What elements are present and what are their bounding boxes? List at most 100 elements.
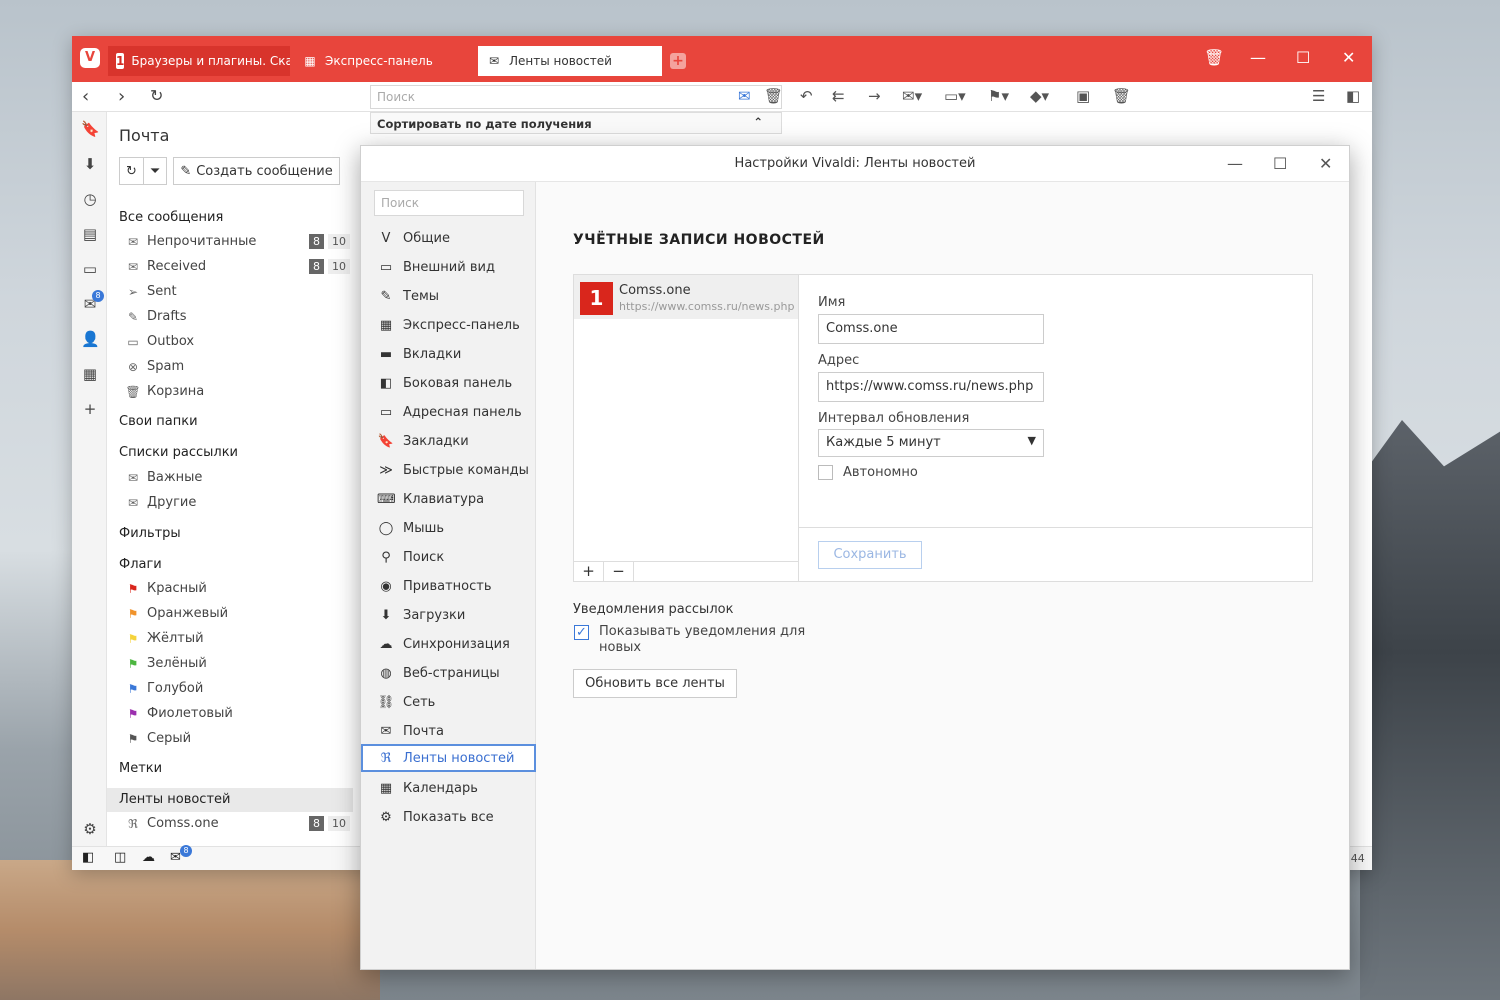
filter-button[interactable]: ⏷: [142, 157, 168, 185]
nav-quick-commands[interactable]: ≫ Быстрые команды: [361, 456, 536, 484]
delete-icon[interactable]: 🗑: [764, 87, 783, 105]
mark-read-icon[interactable]: ✉: [738, 87, 751, 105]
nav-network[interactable]: ⛓ Сеть: [361, 688, 536, 716]
tab-browsers[interactable]: 1 Браузеры и плагины. Скач: [108, 46, 290, 76]
nav-search[interactable]: ⚲ Поиск: [361, 543, 536, 571]
nav-side-panel[interactable]: ◧ Боковая панель: [361, 369, 536, 397]
nav-speed-dial[interactable]: ▦ Экспресс-панель: [361, 311, 536, 339]
sort-header[interactable]: Сортировать по дате получения ⌃: [370, 112, 782, 134]
tag-icon[interactable]: ◆▾: [1030, 87, 1049, 105]
nav-show-all[interactable]: ⚙ Показать все: [361, 803, 536, 831]
interval-select[interactable]: Каждые 5 минут ▼: [818, 429, 1044, 457]
flag-icon[interactable]: ⚑▾: [988, 87, 1009, 105]
own-folders-heading[interactable]: Свои папки: [119, 414, 198, 429]
close-icon[interactable]: ✕: [1319, 146, 1332, 182]
trash-icon[interactable]: 🗑: [1204, 48, 1224, 67]
panel-toggle-icon[interactable]: ◧: [82, 850, 94, 865]
folder-outbox[interactable]: ▭ Outbox: [125, 334, 194, 349]
flag-green[interactable]: ⚑ Зелёный: [125, 656, 207, 671]
vivaldi-menu-icon[interactable]: V: [80, 48, 100, 68]
list-other[interactable]: ✉ Другие: [125, 495, 196, 510]
refresh-mail-button[interactable]: ↻: [119, 157, 144, 185]
remove-account-button[interactable]: −: [604, 562, 634, 582]
feed-comss[interactable]: ℜ Comss.one: [125, 816, 218, 831]
mailing-lists-heading[interactable]: Списки рассылки: [119, 445, 238, 460]
nav-downloads[interactable]: ⬇ Загрузки: [361, 601, 536, 629]
view-options-icon[interactable]: ☰: [1312, 87, 1325, 105]
panel-toggle-icon[interactable]: ◧: [1346, 87, 1360, 105]
contacts-icon[interactable]: 👤: [81, 330, 100, 348]
reply-icon[interactable]: ↶: [800, 87, 813, 105]
bookmark-icon[interactable]: 🔖: [81, 120, 100, 138]
account-row[interactable]: 1 Comss.one https://www.comss.ru/news.ph…: [574, 275, 798, 319]
nav-mouse[interactable]: ◯ Мышь: [361, 514, 536, 542]
nav-privacy[interactable]: ◉ Приватность: [361, 572, 536, 600]
archive-icon[interactable]: ▣: [1076, 87, 1090, 105]
flag-gray[interactable]: ⚑ Серый: [125, 731, 191, 746]
filters-heading[interactable]: Фильтры: [119, 526, 181, 541]
tiling-icon[interactable]: ◫: [114, 850, 126, 865]
reload-icon[interactable]: ↻: [150, 86, 163, 105]
notifications-checkbox[interactable]: ✓: [574, 625, 589, 640]
folder-sent[interactable]: ➢ Sent: [125, 284, 177, 299]
folder-received[interactable]: ✉ Received: [125, 259, 206, 274]
folder-trash[interactable]: 🗑 Корзина: [125, 384, 204, 399]
offline-checkbox[interactable]: [818, 465, 833, 480]
maximize-icon[interactable]: ☐: [1296, 48, 1310, 67]
address-field[interactable]: https://www.comss.ru/news.php: [818, 372, 1044, 402]
close-icon[interactable]: ✕: [1342, 48, 1355, 67]
calendar-icon[interactable]: ▦: [81, 365, 99, 383]
minimize-icon[interactable]: —: [1227, 146, 1243, 182]
chevron-up-icon[interactable]: ⌃: [753, 115, 763, 129]
settings-gear-icon[interactable]: ⚙: [81, 820, 99, 838]
move-folder-icon[interactable]: ▭▾: [944, 87, 966, 105]
flag-purple[interactable]: ⚑ Фиолетовый: [125, 706, 233, 721]
name-field[interactable]: Comss.one: [818, 314, 1044, 344]
nav-themes[interactable]: ✎ Темы: [361, 282, 536, 310]
mail-search-input[interactable]: Поиск: [370, 85, 782, 109]
mark-icon[interactable]: ✉▾: [902, 87, 922, 105]
compose-button[interactable]: ✎ Создать сообщение: [173, 157, 340, 185]
nav-tabs[interactable]: ▬ Вкладки: [361, 340, 536, 368]
nav-mail[interactable]: ✉ Почта: [361, 717, 536, 745]
maximize-icon[interactable]: ☐: [1273, 146, 1287, 182]
add-account-button[interactable]: +: [574, 562, 604, 582]
add-panel-icon[interactable]: +: [81, 400, 99, 418]
feeds-heading[interactable]: Ленты новостей: [119, 792, 230, 807]
download-icon[interactable]: ⬇: [81, 155, 99, 173]
window-icon[interactable]: ▭: [81, 260, 99, 278]
nav-appearance[interactable]: ▭ Внешний вид: [361, 253, 536, 281]
settings-search-input[interactable]: Поиск: [374, 190, 524, 216]
tab-feeds[interactable]: ✉ Ленты новостей: [478, 46, 662, 76]
flag-orange[interactable]: ⚑ Оранжевый: [125, 606, 228, 621]
back-icon[interactable]: ‹: [82, 86, 89, 107]
folder-unread[interactable]: ✉ Непрочитанные: [125, 234, 256, 249]
all-messages-heading[interactable]: Все сообщения: [119, 210, 223, 225]
flag-yellow[interactable]: ⚑ Жёлтый: [125, 631, 204, 646]
sync-cloud-icon[interactable]: ☁: [142, 850, 155, 865]
nav-bookmarks[interactable]: 🔖 Закладки: [361, 427, 536, 455]
forward-icon[interactable]: ›: [118, 86, 125, 107]
folder-spam[interactable]: ⊗ Spam: [125, 359, 184, 374]
list-important[interactable]: ✉ Важные: [125, 470, 202, 485]
nav-keyboard[interactable]: ⌨ Клавиатура: [361, 485, 536, 513]
history-icon[interactable]: ◷: [81, 190, 99, 208]
notes-icon[interactable]: ▤: [81, 225, 99, 243]
flag-blue[interactable]: ⚑ Голубой: [125, 681, 204, 696]
flags-heading[interactable]: Флаги: [119, 557, 162, 572]
save-button[interactable]: Сохранить: [818, 541, 922, 569]
forward-mail-icon[interactable]: →: [868, 87, 881, 105]
nav-general[interactable]: V Общие: [361, 224, 536, 252]
minimize-icon[interactable]: —: [1250, 48, 1266, 67]
refresh-all-button[interactable]: Обновить все ленты: [573, 669, 737, 698]
new-tab-button[interactable]: +: [670, 53, 686, 69]
nav-address-bar[interactable]: ▭ Адресная панель: [361, 398, 536, 426]
nav-calendar[interactable]: ▦ Календарь: [361, 774, 536, 802]
labels-heading[interactable]: Метки: [119, 761, 162, 776]
reply-all-icon[interactable]: ⇇: [832, 87, 845, 105]
folder-drafts[interactable]: ✎ Drafts: [125, 309, 187, 324]
tab-speed-dial[interactable]: ▦ Экспресс-панель: [294, 46, 476, 76]
flag-red[interactable]: ⚑ Красный: [125, 581, 207, 596]
nav-webpages[interactable]: ◍ Веб-страницы: [361, 659, 536, 687]
trash-toolbar-icon[interactable]: 🗑: [1112, 87, 1131, 105]
